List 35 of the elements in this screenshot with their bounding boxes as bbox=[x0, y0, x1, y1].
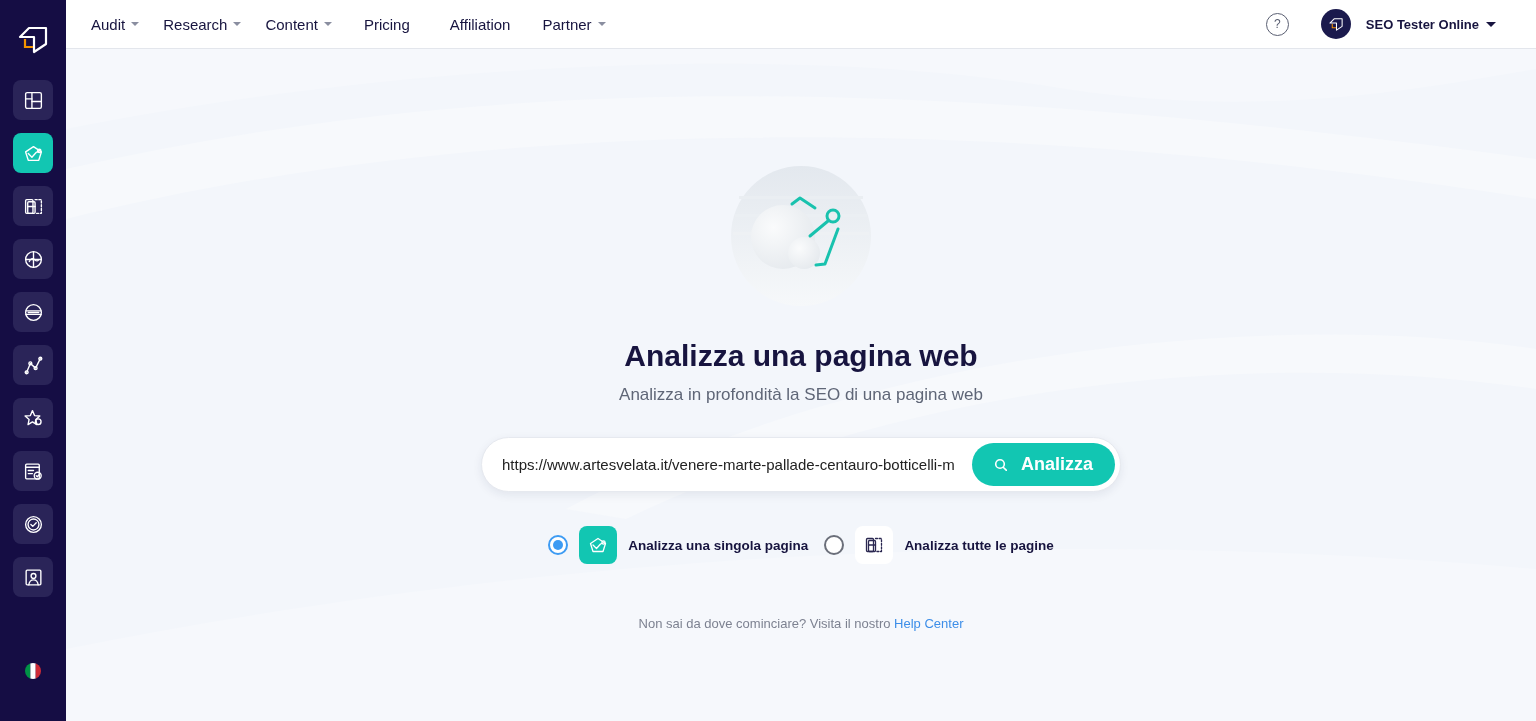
sidebar-button[interactable] bbox=[13, 239, 53, 279]
badge-check-icon bbox=[22, 513, 44, 535]
user-frame-icon bbox=[22, 566, 44, 588]
search-icon bbox=[994, 458, 1007, 471]
nav-link[interactable]: Partner bbox=[542, 15, 606, 33]
document-check-icon bbox=[22, 460, 44, 482]
planet-icon bbox=[22, 301, 44, 323]
avatar-icon[interactable] bbox=[1320, 9, 1351, 39]
sidebar-button[interactable] bbox=[13, 133, 53, 173]
option-label[interactable]: Analizza tutte le pagine bbox=[904, 537, 1054, 553]
sidebar-button[interactable] bbox=[13, 557, 53, 597]
line-chart-icon bbox=[22, 354, 44, 376]
sidebar-button[interactable] bbox=[13, 186, 53, 226]
page-title: Analizza una pagina web bbox=[624, 338, 978, 374]
sidebar-button[interactable] bbox=[13, 345, 53, 385]
sidebar-button[interactable] bbox=[13, 398, 53, 438]
sidebar-button[interactable] bbox=[13, 80, 53, 120]
globe-icon bbox=[22, 248, 44, 270]
sidebar-button[interactable] bbox=[13, 292, 53, 332]
sidebar-button[interactable] bbox=[13, 504, 53, 544]
nav-link[interactable]: Audit bbox=[91, 15, 140, 33]
pages-icon bbox=[855, 526, 894, 564]
nav-link[interactable]: Research bbox=[163, 15, 242, 33]
help-text: Non sai da dove cominciare? Visita il nostro Help Center bbox=[638, 615, 964, 633]
page-subtitle: Analizza in profondità la SEO di una pagina web bbox=[619, 384, 983, 406]
flag-icon[interactable] bbox=[25, 663, 41, 679]
nav-link[interactable]: Content bbox=[265, 15, 332, 33]
layout-icon bbox=[22, 89, 44, 111]
option-label[interactable]: Analizza una singola pagina bbox=[628, 537, 809, 553]
sidebar-button[interactable] bbox=[13, 451, 53, 491]
basket-chart-icon bbox=[579, 526, 618, 564]
help-button[interactable]: ? bbox=[1265, 12, 1289, 36]
nav-link[interactable]: Pricing bbox=[355, 15, 418, 33]
user-menu-button[interactable]: SEO Tester Online bbox=[1365, 16, 1496, 32]
nav-link[interactable]: Affiliation bbox=[441, 15, 519, 33]
